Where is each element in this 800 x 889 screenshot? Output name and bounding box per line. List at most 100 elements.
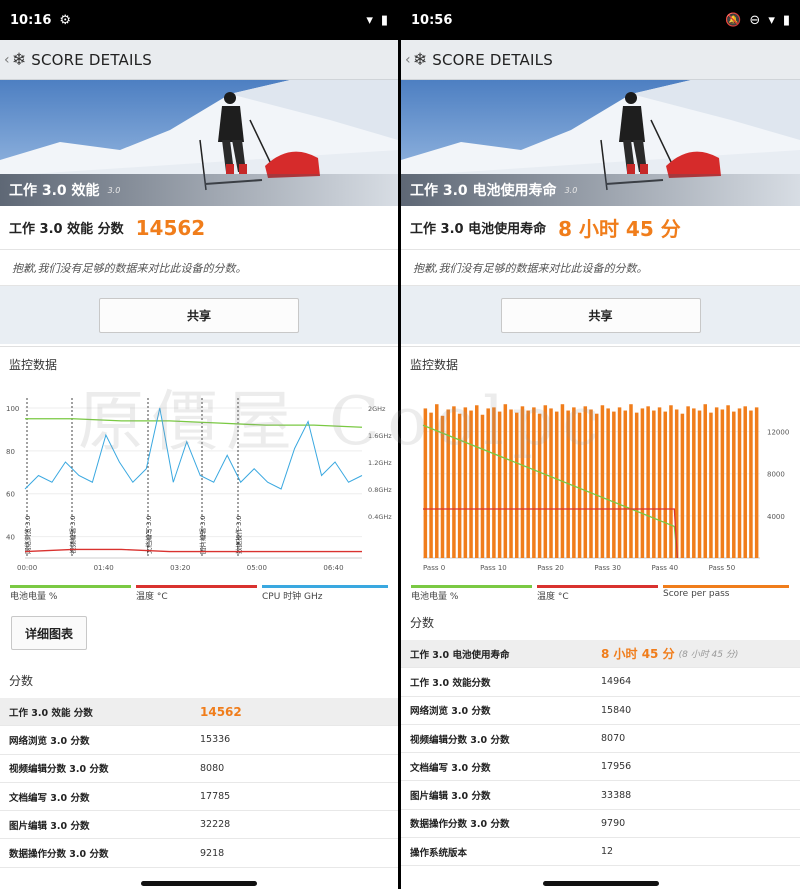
wifi-icon: ▾ xyxy=(768,12,775,28)
comparison-note: 抱歉,我们没有足够的数据来对比此设备的分数。 xyxy=(0,250,398,286)
y2-tick-label: 0.8GHz xyxy=(368,486,392,494)
app-bar: ‹ ❄ SCORE DETAILS xyxy=(0,40,398,80)
score-bar xyxy=(543,405,548,558)
legend-score-per-pass: Score per pass xyxy=(663,585,789,599)
series-battery xyxy=(25,418,363,428)
table-row: 工作 3.0 效能 分数 14562 xyxy=(0,698,398,727)
y2-tick-label: 1.2GHz xyxy=(368,459,392,467)
legend-left: 电池电量 % 温度 °C CPU 时钟 GHz xyxy=(10,585,388,602)
benchmark-name: 工作 3.0 效能 3.0 xyxy=(0,174,398,206)
legend-right: 电池电量 % 温度 °C Score per pass xyxy=(411,585,790,602)
detail-chart-button[interactable]: 详细图表 xyxy=(11,616,87,650)
share-zone: 共享 xyxy=(401,286,800,344)
score-bar xyxy=(520,406,525,558)
legend-temperature: 温度 °C xyxy=(136,585,257,602)
status-bar: 10:16 ⚙ ▾ ▮ xyxy=(0,0,398,40)
score-bar xyxy=(737,408,742,558)
score-bar xyxy=(617,407,622,558)
score-bar xyxy=(480,414,485,558)
score-bar xyxy=(572,407,576,558)
table-row: 工作 3.0 效能分数 14964 xyxy=(401,668,800,697)
legend-battery: 电池电量 % xyxy=(411,585,532,602)
marker-label: 文档编写 3.0 xyxy=(144,516,153,554)
x-tick-label: Pass 30 xyxy=(594,564,621,572)
score-bar xyxy=(714,407,719,558)
mute-icon: 🔕 xyxy=(725,12,742,28)
marker-label: 图片编辑 3.0 xyxy=(198,516,207,554)
x-tick-label: 00:00 xyxy=(17,564,37,572)
table-row: 网络浏览 3.0 分数 15336 xyxy=(0,726,398,755)
y-tick-label: 100 xyxy=(6,405,19,413)
score-bar xyxy=(652,410,656,558)
score-line: 工作 3.0 电池使用寿命 8 小时 45 分 xyxy=(401,206,800,250)
benchmark-version: 3.0 xyxy=(107,185,121,195)
back-icon[interactable]: ‹ xyxy=(405,52,413,68)
score-bar xyxy=(549,408,553,558)
score-value: 14562 xyxy=(135,215,206,240)
score-bar xyxy=(703,404,707,558)
table-row: 文档编写 3.0 分数 17785 xyxy=(0,783,398,812)
battery-icon: ▮ xyxy=(782,12,790,28)
monitor-title: 监控数据 xyxy=(410,358,459,372)
score-bar xyxy=(583,406,588,558)
hero-banner: 工作 3.0 电池使用寿命 3.0 xyxy=(401,80,800,206)
score-bar xyxy=(537,413,542,558)
table-row: 图片编辑 3.0 分数 32228 xyxy=(0,811,398,840)
score-bar xyxy=(623,410,628,558)
x-tick-label: 03:20 xyxy=(170,564,190,572)
comparison-note: 抱歉,我们没有足够的数据来对比此设备的分数。 xyxy=(401,250,800,286)
home-indicator[interactable] xyxy=(542,881,659,886)
score-bar xyxy=(514,412,519,558)
series-cpu-clock xyxy=(24,407,363,490)
x-tick-label: 01:40 xyxy=(94,564,114,572)
status-time: 10:16 xyxy=(10,12,52,28)
y-tick-label: 40 xyxy=(6,534,15,542)
home-indicator[interactable] xyxy=(141,881,257,886)
score-bar xyxy=(612,411,616,558)
score-bar xyxy=(503,404,508,558)
monitor-title: 监控数据 xyxy=(9,358,58,372)
score-bar xyxy=(497,411,502,558)
table-row: 网络浏览 3.0 分数 15840 xyxy=(401,697,800,725)
score-bar xyxy=(720,409,725,558)
legend-temperature: 温度 °C xyxy=(537,585,658,602)
y-tick-label: 80 xyxy=(6,448,15,456)
score-bar xyxy=(475,405,479,558)
page-title: SCORE DETAILS xyxy=(31,50,152,69)
score-label: 工作 3.0 效能 分数 xyxy=(9,222,124,237)
x-tick-label: Pass 50 xyxy=(709,564,736,572)
marker-label: 数据操作 3.0 xyxy=(234,516,243,554)
scores-table: 工作 3.0 电池使用寿命 8 小时 45 分 (8 小时 45 分) 工作 3.0… xyxy=(401,640,800,867)
score-bar xyxy=(429,412,433,558)
score-bar xyxy=(446,409,450,558)
share-button[interactable]: 共享 xyxy=(500,297,701,333)
y2-tick-label: 0.4GHz xyxy=(368,513,392,521)
table-row: 工作 3.0 电池使用寿命 8 小时 45 分 (8 小时 45 分) xyxy=(401,640,800,669)
score-bar xyxy=(589,409,593,558)
score-bar xyxy=(709,412,713,558)
y2-tick-label: 1.6GHz xyxy=(368,432,392,440)
score-bar xyxy=(754,407,759,558)
y2-tick-label: 2GHz xyxy=(368,405,386,413)
score-bar xyxy=(686,406,690,558)
score-bar xyxy=(640,408,645,558)
score-bar xyxy=(492,407,496,558)
snowflake-logo-icon: ❄ xyxy=(12,49,27,70)
back-icon[interactable]: ‹ xyxy=(4,52,12,68)
status-bar: 10:56 🔕 ⊖ ▾ ▮ xyxy=(401,0,800,40)
y2-tick-label: 8000 xyxy=(767,471,785,479)
table-row: 文档编写 3.0 分数 17956 xyxy=(401,753,800,782)
score-bar xyxy=(423,408,428,558)
share-button[interactable]: 共享 xyxy=(99,297,299,333)
score-bar xyxy=(692,408,696,558)
x-tick-label: Pass 20 xyxy=(537,564,564,572)
score-label: 工作 3.0 电池使用寿命 xyxy=(410,222,547,237)
gear-icon: ⚙ xyxy=(59,12,72,28)
table-row: 图片编辑 3.0 分数 33388 xyxy=(401,781,800,810)
score-bar xyxy=(554,411,559,558)
nav-bar xyxy=(401,873,800,889)
score-bar xyxy=(726,405,730,558)
wifi-icon: ▾ xyxy=(366,12,373,28)
score-bar xyxy=(577,412,582,558)
scores-title: 分数 xyxy=(410,616,435,630)
